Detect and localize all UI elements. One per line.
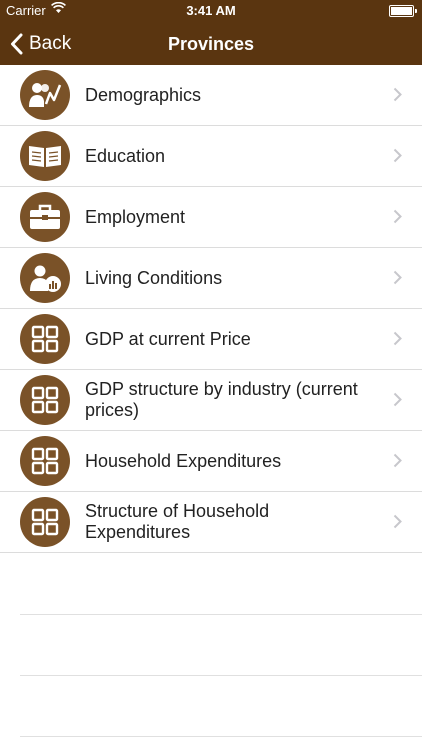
grid-icon (20, 497, 70, 547)
empty-row-separator (20, 614, 422, 615)
chevron-right-icon (393, 453, 402, 468)
grid-icon (20, 314, 70, 364)
list-item-label: Education (85, 145, 166, 166)
list-item-gdp-current-price[interactable]: GDP at current Price (0, 309, 422, 370)
chevron-right-icon (393, 209, 402, 224)
list-item-employment[interactable]: Employment (0, 187, 422, 248)
list-item-education[interactable]: Education (0, 126, 422, 187)
list-item-label: Living Conditions (85, 267, 223, 288)
demographics-icon (20, 70, 70, 120)
living-conditions-icon (20, 253, 70, 303)
chevron-right-icon (393, 87, 402, 102)
list-item-label: Demographics (85, 84, 202, 105)
empty-row-separator (20, 675, 422, 676)
list-item-demographics[interactable]: Demographics (0, 65, 422, 126)
list-item-gdp-structure[interactable]: GDP structure by industry (current price… (0, 370, 422, 431)
list-item-living-conditions[interactable]: Living Conditions (0, 248, 422, 309)
page-title: Provinces (167, 34, 255, 54)
list-item-label: Structure of Household Expenditures (85, 501, 270, 542)
chevron-right-icon (393, 514, 402, 529)
battery-icon (389, 5, 417, 17)
provinces-list: Demographics Education Employment Living… (0, 65, 422, 553)
list-item-label: Household Expenditures (85, 450, 282, 471)
list-item-label: GDP structure by industry (current price… (85, 379, 358, 420)
chevron-right-icon (393, 270, 402, 285)
clock: 3:41 AM (186, 3, 236, 18)
list-item-household-expenditures[interactable]: Household Expenditures (0, 431, 422, 492)
list-item-structure-household-expenditures[interactable]: Structure of Household Expenditures (0, 492, 422, 553)
chevron-right-icon (393, 392, 402, 407)
grid-icon (20, 436, 70, 486)
navigation-bar: Carrier 3:41 AM Back Provinces (0, 0, 422, 65)
status-bar: Carrier 3:41 AM (0, 0, 422, 22)
briefcase-icon (20, 192, 70, 242)
chevron-right-icon (393, 331, 402, 346)
chevron-right-icon (393, 148, 402, 163)
list-item-label: GDP at current Price (85, 328, 251, 349)
grid-icon (20, 375, 70, 425)
list-item-label: Employment (85, 206, 186, 227)
empty-row-separator (20, 736, 422, 737)
book-icon (20, 131, 70, 181)
